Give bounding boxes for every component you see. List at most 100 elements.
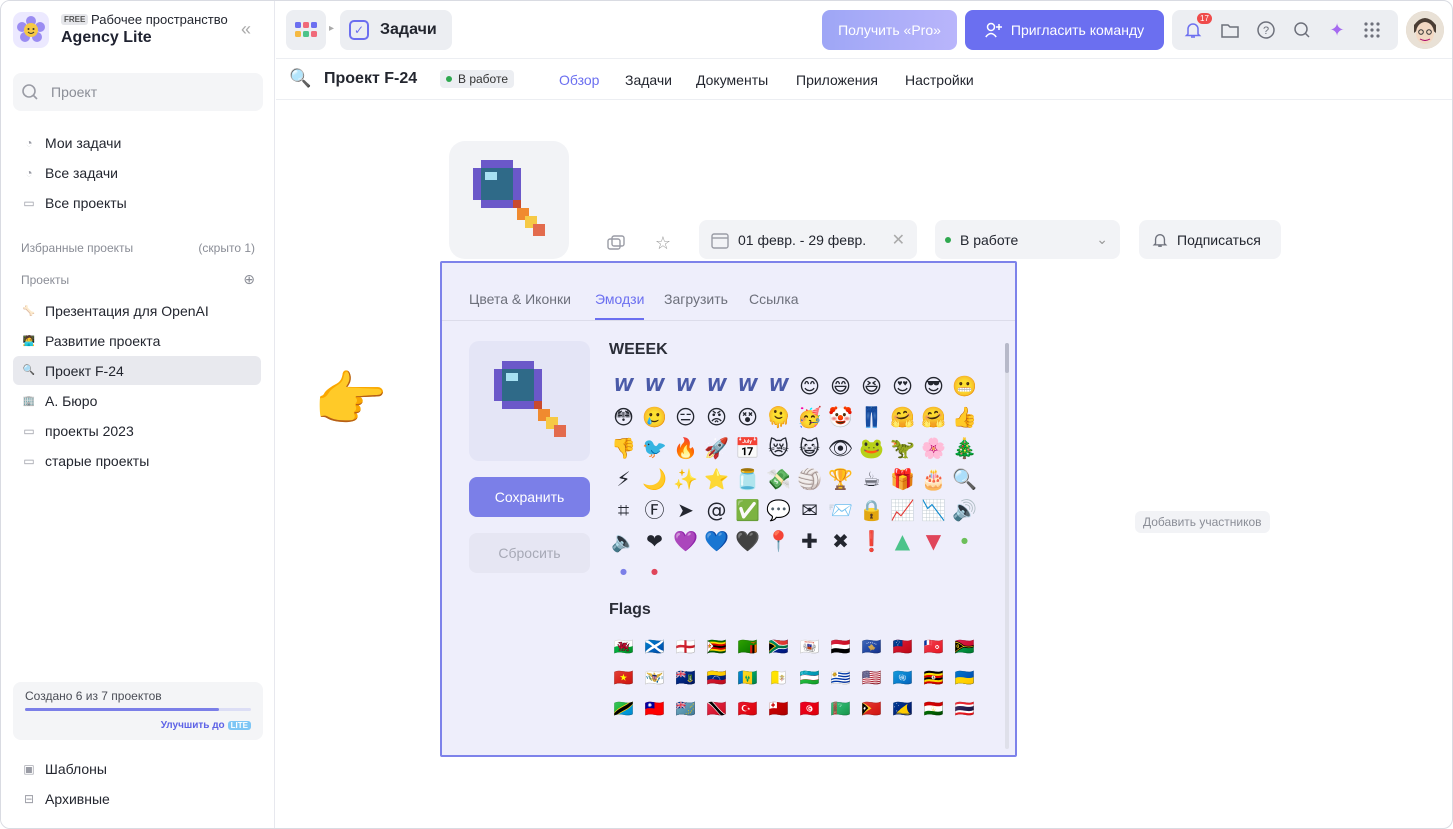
flag-option[interactable]: 🇻🇮 — [639, 662, 670, 693]
emoji-option[interactable]: W — [701, 370, 732, 401]
avatar[interactable] — [1406, 11, 1444, 49]
emoji-option[interactable]: ✉ — [794, 494, 825, 525]
emoji-option[interactable]: ✨ — [670, 463, 701, 494]
emoji-option[interactable]: W — [763, 370, 794, 401]
emoji-option[interactable]: 🎂 — [918, 463, 949, 494]
tab-link[interactable]: Ссылка — [749, 291, 799, 307]
date-range-field[interactable]: 01 февр. - 29 февр. ✕ — [699, 220, 917, 259]
flag-option[interactable]: 🇼🇫 — [918, 631, 949, 662]
flag-option[interactable]: 🏴󠁧󠁢󠁷󠁬󠁳󠁿 — [608, 631, 639, 662]
flag-option[interactable]: 🇹🇿 — [608, 693, 639, 724]
invite-team-button[interactable]: Пригласить команду — [965, 10, 1164, 50]
emoji-option[interactable]: 🖤 — [732, 525, 763, 556]
emoji-option[interactable]: 🎄 — [949, 432, 980, 463]
flag-option[interactable]: 🇻🇳 — [608, 662, 639, 693]
workspace-switcher[interactable]: FREE Рабочее пространство Agency Lite « — [13, 11, 263, 49]
sidebar-project-f24[interactable]: 🔍 Проект F-24 — [13, 356, 261, 385]
flag-option[interactable]: 🇻🇨 — [732, 662, 763, 693]
emoji-option[interactable]: W — [608, 370, 639, 401]
emoji-option[interactable]: 💙 — [701, 525, 732, 556]
flag-option[interactable]: 🇺🇬 — [918, 662, 949, 693]
emoji-option[interactable]: 🔒 — [856, 494, 887, 525]
sidebar-project-presentation[interactable]: 🦴 Презентация для OpenAI — [13, 297, 261, 325]
sidebar-project-bureau[interactable]: 🏢 А. Бюро — [13, 387, 261, 415]
favorites-hidden-count[interactable]: (скрыто 1) — [198, 241, 255, 255]
flag-option[interactable]: 🇹🇯 — [918, 693, 949, 724]
flag-option[interactable]: 🇺🇳 — [887, 662, 918, 693]
flag-option[interactable]: 🇹🇹 — [701, 693, 732, 724]
status-select[interactable]: В работе ⌄ — [935, 220, 1120, 259]
emoji-option[interactable]: ☕ — [856, 463, 887, 494]
tasks-section-button[interactable]: ✓ Задачи — [340, 10, 452, 50]
emoji-option[interactable]: ❤ — [639, 525, 670, 556]
emoji-option[interactable]: ⚡ — [608, 463, 639, 494]
emoji-option[interactable]: 🐸 — [856, 432, 887, 463]
flag-option[interactable]: 🏴󠁧󠁢󠁥󠁮󠁧󠁿 — [670, 631, 701, 662]
emoji-option[interactable]: 💸 — [763, 463, 794, 494]
emoji-option[interactable]: 😬 — [949, 370, 980, 401]
flag-option[interactable]: 🇻🇪 — [701, 662, 732, 693]
flag-option[interactable]: 🇹🇴 — [763, 693, 794, 724]
flag-option[interactable]: 🇹🇰 — [887, 693, 918, 724]
add-participants-button[interactable]: Добавить участников — [1135, 511, 1270, 533]
emoji-option[interactable]: ▼ — [918, 525, 949, 556]
apps-menu-icon[interactable] — [1362, 20, 1382, 40]
emoji-option[interactable]: ➤ — [670, 494, 701, 525]
flag-option[interactable]: 🏴󠁧󠁢󠁳󠁣󠁴󠁿 — [639, 631, 670, 662]
flag-option[interactable]: 🇾🇹 — [794, 631, 825, 662]
tab-emoji[interactable]: Эмодзи — [595, 291, 645, 320]
emoji-option[interactable]: 🏐 — [794, 463, 825, 494]
tab-upload[interactable]: Загрузить — [664, 291, 728, 307]
emoji-option[interactable]: 🏆 — [825, 463, 856, 494]
emoji-option[interactable]: 🥲 — [639, 401, 670, 432]
emoji-option[interactable]: 🦖 — [887, 432, 918, 463]
emoji-option[interactable]: 🔊 — [949, 494, 980, 525]
emoji-option[interactable]: 😡 — [701, 401, 732, 432]
flag-option[interactable]: 🇻🇬 — [670, 662, 701, 693]
emoji-option[interactable]: 🔍 — [949, 463, 980, 494]
emoji-option[interactable]: 👖 — [856, 401, 887, 432]
emoji-option[interactable]: 🤗 — [887, 401, 918, 432]
sidebar-item-my-tasks[interactable]: ◔ Мои задачи — [13, 129, 261, 157]
subscribe-button[interactable]: Подписаться — [1139, 220, 1281, 259]
tab-colors-icons[interactable]: Цвета & Иконки — [469, 291, 571, 307]
scrollbar[interactable] — [1005, 343, 1009, 749]
emoji-option[interactable]: 🫙 — [732, 463, 763, 494]
emoji-option[interactable]: 😳 — [608, 401, 639, 432]
apps-button[interactable] — [286, 10, 326, 50]
sparkles-icon[interactable]: ✦ — [1327, 20, 1347, 40]
emoji-option[interactable]: 😄 — [825, 370, 856, 401]
emoji-option[interactable]: 😍 — [887, 370, 918, 401]
emoji-option[interactable]: 😊 — [794, 370, 825, 401]
emoji-option[interactable]: 😆 — [856, 370, 887, 401]
emoji-option[interactable]: 👍 — [949, 401, 980, 432]
emoji-option[interactable]: 🫠 — [763, 401, 794, 432]
flag-option[interactable]: 🇼🇸 — [887, 631, 918, 662]
emoji-option[interactable]: 😿 — [763, 432, 794, 463]
project-search-input[interactable]: Проект — [13, 73, 263, 111]
emoji-option[interactable]: 🎁 — [887, 463, 918, 494]
emoji-option[interactable]: W — [639, 370, 670, 401]
copy-icon[interactable] — [606, 233, 626, 253]
emoji-option[interactable]: 🔈 — [608, 525, 639, 556]
emoji-option[interactable]: 😵 — [732, 401, 763, 432]
star-icon[interactable]: ☆ — [653, 233, 673, 253]
flag-option[interactable]: 🇹🇷 — [732, 693, 763, 724]
flag-option[interactable]: 🇻🇺 — [949, 631, 980, 662]
sidebar-folder-old[interactable]: ▭ старые проекты — [13, 447, 261, 475]
tab-documents[interactable]: Документы — [696, 72, 768, 88]
flag-option[interactable]: 🇹🇻 — [670, 693, 701, 724]
emoji-option[interactable]: ⌗ — [608, 494, 639, 525]
sidebar-project-development[interactable]: 🧑‍💻 Развитие проекта — [13, 327, 261, 355]
flag-option[interactable]: 🇹🇱 — [856, 693, 887, 724]
tab-apps[interactable]: Приложения — [796, 72, 878, 88]
emoji-option[interactable]: 🤗 — [918, 401, 949, 432]
search-icon[interactable] — [1292, 20, 1312, 40]
tab-tasks[interactable]: Задачи — [625, 72, 672, 88]
collapse-sidebar-icon[interactable]: « — [241, 19, 251, 40]
flag-option[interactable]: 🇹🇼 — [639, 693, 670, 724]
flag-option[interactable]: 🇹🇲 — [825, 693, 856, 724]
emoji-option[interactable]: ✅ — [732, 494, 763, 525]
sidebar-item-archive[interactable]: ⊟ Архивные — [13, 785, 261, 813]
flag-option[interactable]: 🇺🇦 — [949, 662, 980, 693]
